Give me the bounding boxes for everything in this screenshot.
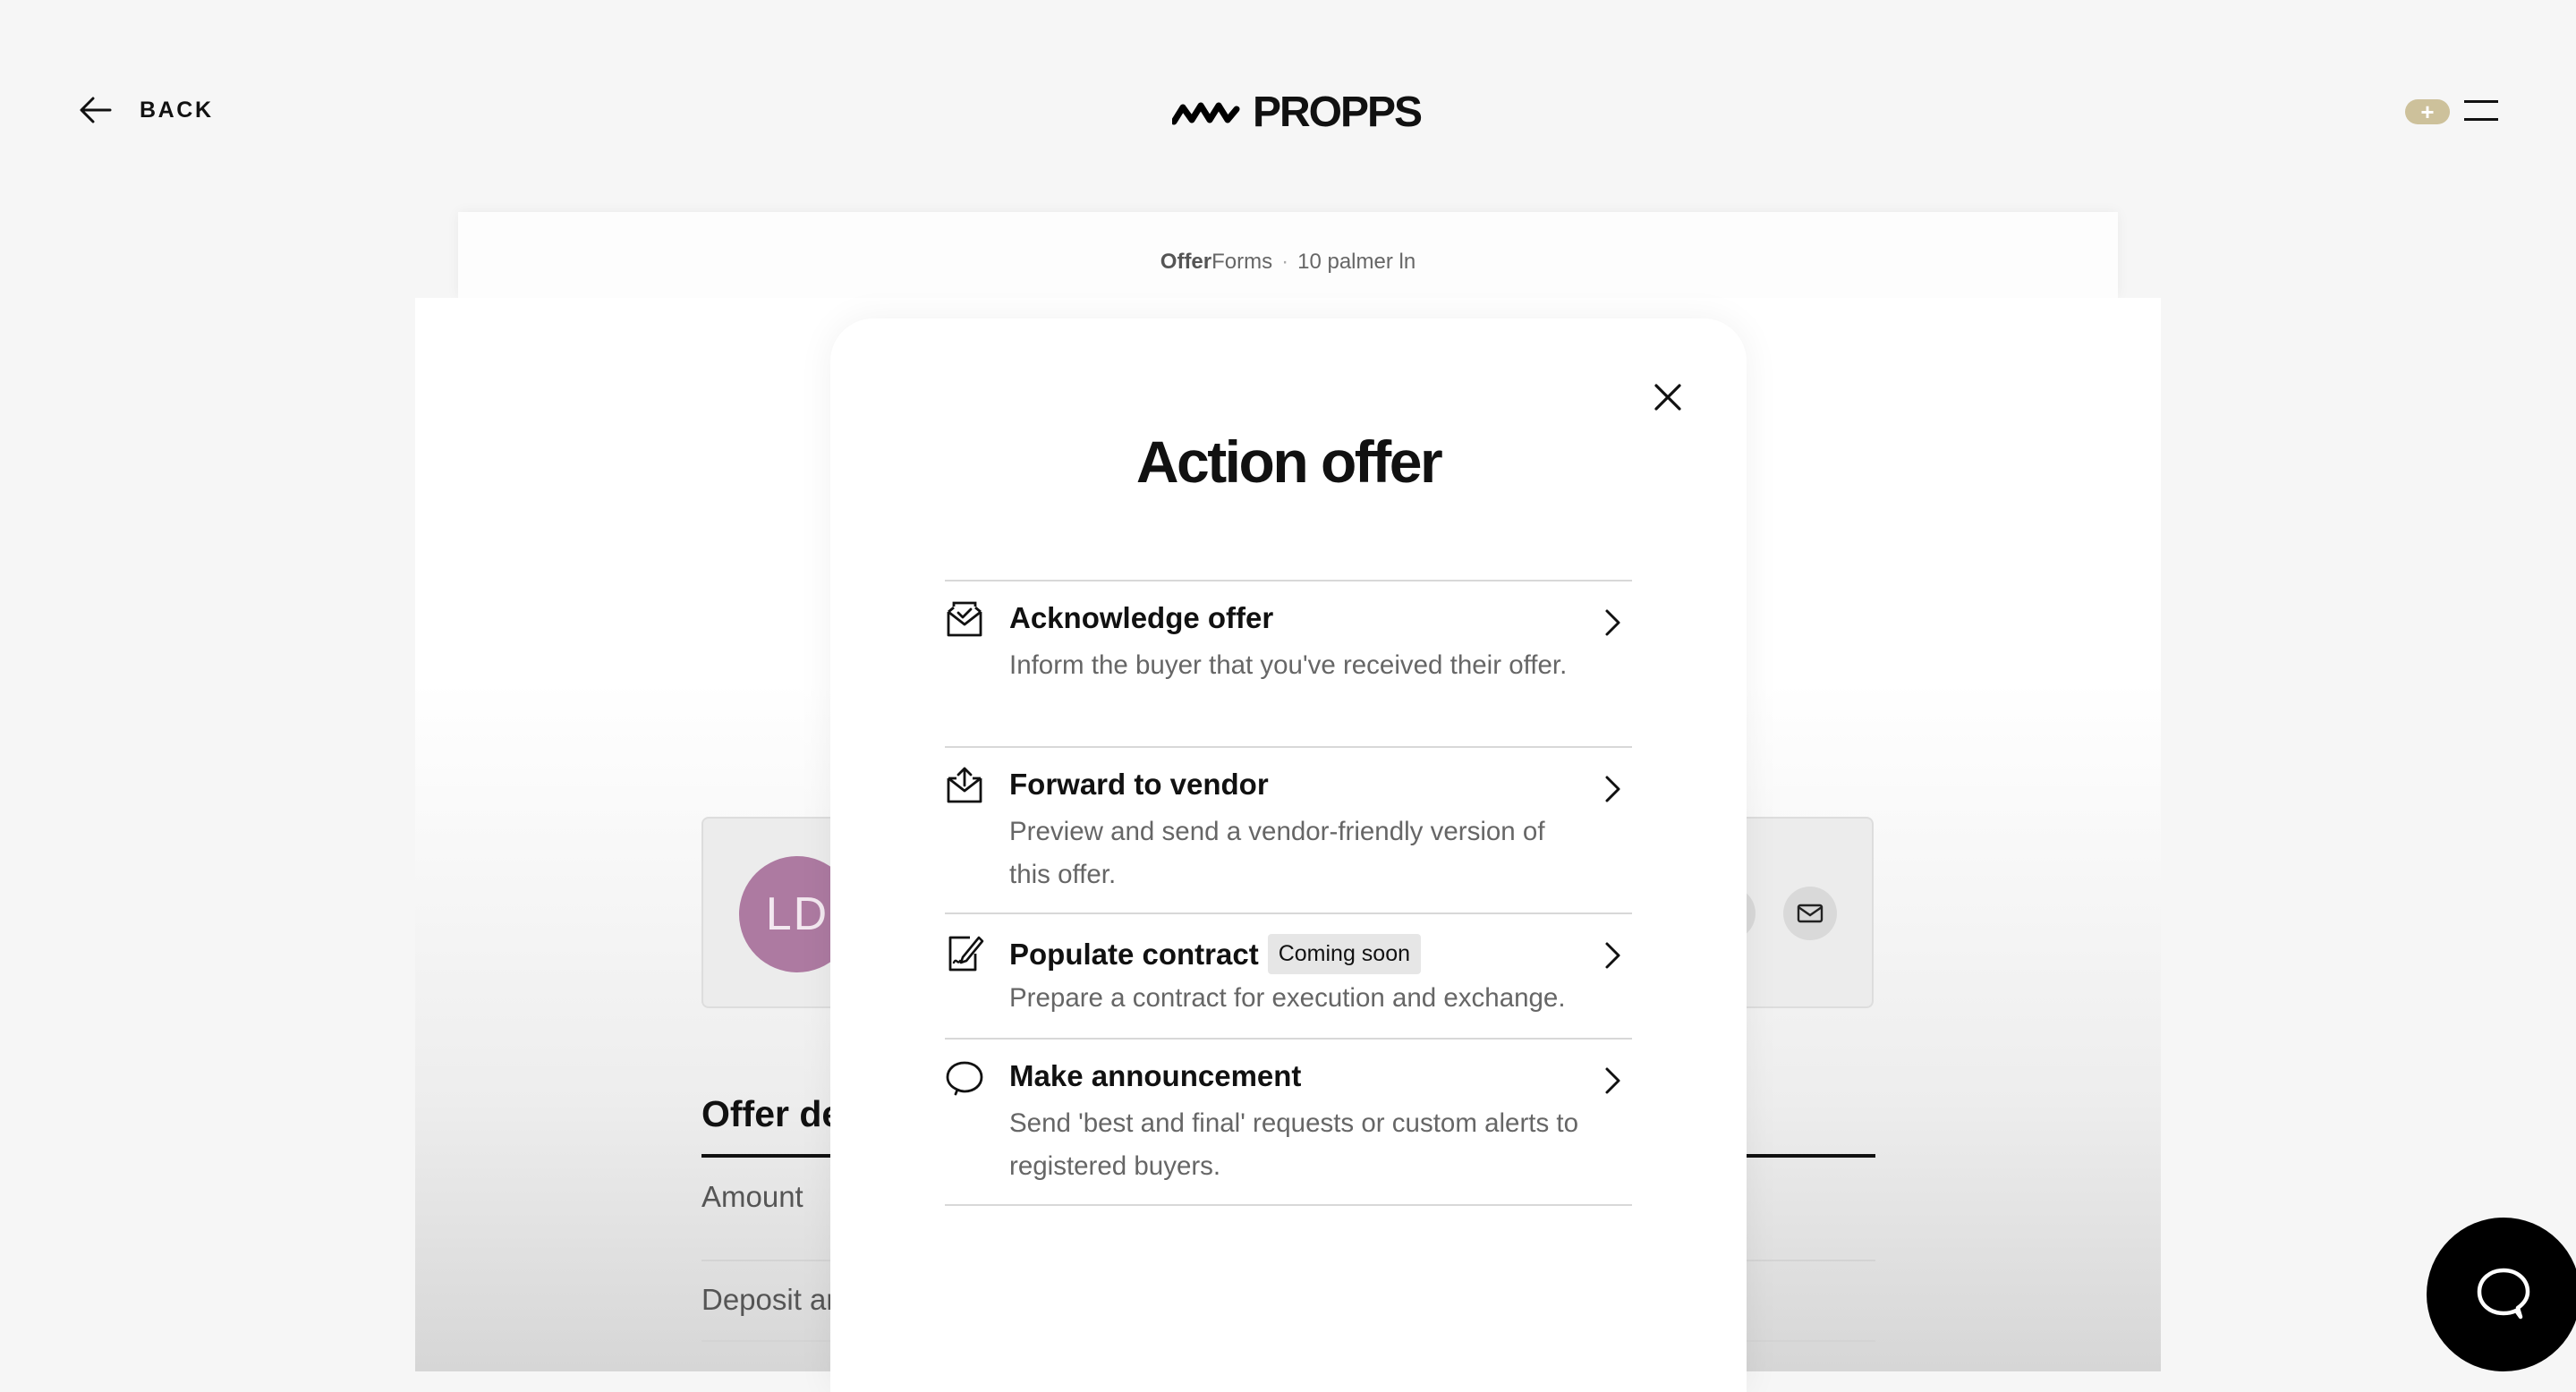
acknowledge-offer-option[interactable]: Acknowledge offer Inform the buyer that … [945, 581, 1632, 748]
chevron-right-icon [1605, 942, 1620, 969]
action-title: Make announcement [1009, 1059, 1301, 1093]
mail-button[interactable] [1783, 887, 1837, 940]
breadcrumb-address: 10 palmer ln [1297, 250, 1416, 274]
action-list: Acknowledge offer Inform the buyer that … [945, 580, 1632, 1206]
action-description: Preview and send a vendor-friendly versi… [1009, 817, 1545, 889]
hamburger-menu-icon[interactable] [2464, 100, 2498, 123]
amount-label: Amount [701, 1180, 803, 1213]
action-title: Acknowledge offer [1009, 601, 1273, 635]
action-title-text: Forward to vendor [1009, 768, 1269, 801]
breadcrumb: OfferForms · 10 palmer ln [0, 250, 2576, 275]
logo-waves-icon [1172, 102, 1240, 124]
chat-button[interactable] [2427, 1218, 2576, 1371]
contract-sign-icon [945, 934, 984, 973]
modal-title: Action offer [1135, 429, 1443, 495]
action-title: Populate contract Coming soon [1009, 934, 1422, 974]
populate-contract-option[interactable]: Populate contract Coming soon Prepare a … [945, 914, 1632, 1040]
back-label: BACK [140, 97, 214, 123]
breadcrumb-separator: · [1281, 250, 1289, 274]
speech-bubble-icon [945, 1059, 984, 1099]
action-description: Prepare a contract for execution and exc… [1009, 983, 1566, 1013]
propps-logo[interactable]: PROPPS [1172, 88, 1423, 137]
close-icon[interactable] [1650, 379, 1686, 415]
coming-soon-badge: Coming soon [1267, 934, 1422, 974]
arrow-left-icon [80, 97, 112, 123]
action-title-text: Populate contract [1009, 937, 1259, 971]
chevron-right-icon [1605, 609, 1620, 636]
action-description: Send 'best and final' requests or custom… [1009, 1108, 1579, 1181]
back-button[interactable]: BACK [79, 93, 214, 127]
chat-bubble-icon [2477, 1268, 2530, 1320]
envelope-upload-icon [945, 766, 984, 805]
chevron-right-icon [1605, 776, 1620, 802]
action-title-text: Acknowledge offer [1009, 601, 1274, 634]
menu-line [2464, 118, 2498, 121]
add-button[interactable]: + [2405, 99, 2450, 124]
mail-icon [1797, 904, 1824, 923]
action-title: Forward to vendor [1009, 768, 1269, 802]
breadcrumb-brand-rest: Forms [1211, 250, 1273, 274]
forward-to-vendor-option[interactable]: Forward to vendor Preview and send a ven… [945, 748, 1632, 914]
make-announcement-option[interactable]: Make announcement Send 'best and final' … [945, 1040, 1632, 1206]
action-description: Inform the buyer that you've received th… [1009, 650, 1568, 680]
offer-details-heading: Offer de [701, 1093, 843, 1134]
logo-text: PROPPS [1253, 89, 1423, 136]
menu-line [2464, 100, 2498, 103]
action-title-text: Make announcement [1009, 1059, 1302, 1092]
plus-icon: + [2420, 98, 2435, 125]
envelope-check-icon [945, 599, 984, 639]
deposit-label: Deposit ar [701, 1283, 837, 1316]
chevron-right-icon [1605, 1067, 1620, 1094]
breadcrumb-brand-bold: Offer [1160, 250, 1212, 274]
